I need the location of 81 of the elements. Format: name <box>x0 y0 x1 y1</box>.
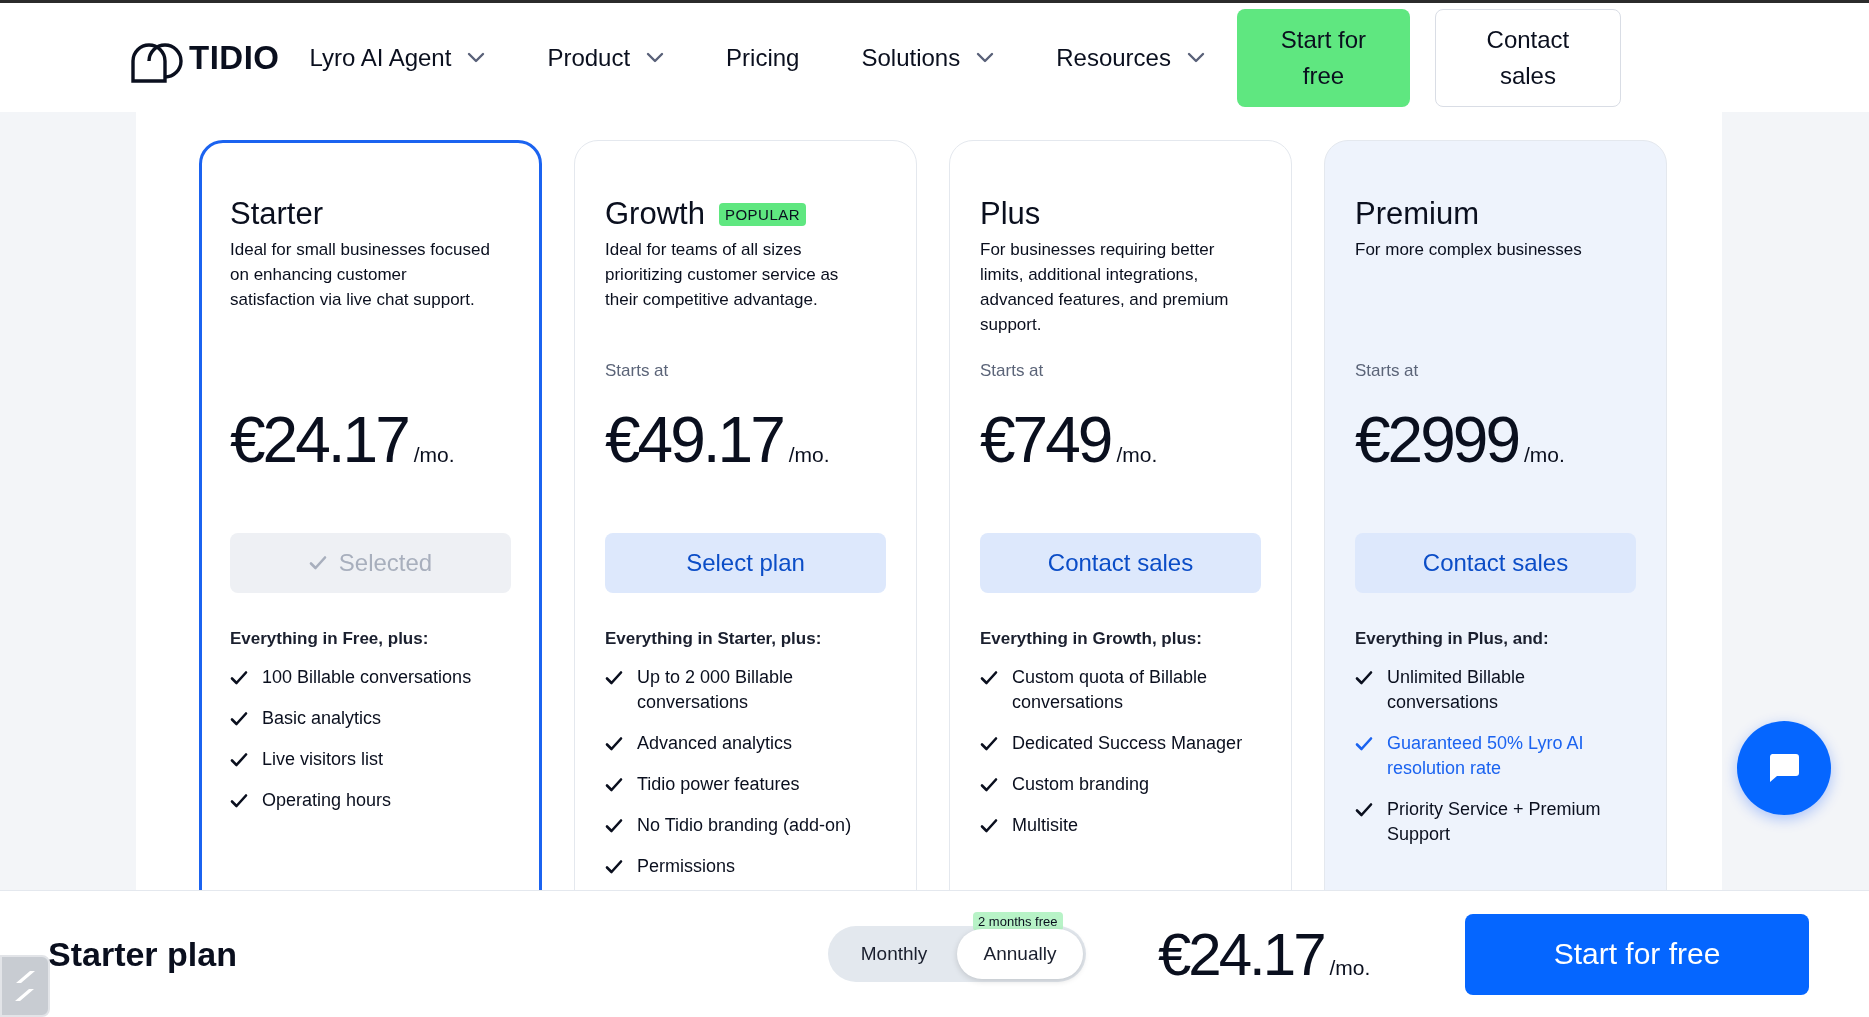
plan-price: €24.17 <box>230 403 408 477</box>
feature-text: Unlimited Billable conversations <box>1387 666 1527 714</box>
feature-text: Advanced analytics <box>637 732 793 755</box>
start-button[interactable]: Start for free <box>1465 913 1809 995</box>
check-icon <box>980 818 998 834</box>
plan-name: Growth <box>605 195 705 233</box>
chat-icon <box>1767 752 1801 784</box>
price-period: /mo. <box>413 443 455 467</box>
chevron-down-icon <box>467 51 486 64</box>
check-icon <box>1355 736 1373 752</box>
check-icon <box>605 818 623 834</box>
logo-text: TIDIO <box>189 38 280 77</box>
chevron-down-icon <box>976 51 995 64</box>
check-icon <box>230 670 248 686</box>
check-icon <box>605 777 623 793</box>
plan-button[interactable]: Select plan <box>605 533 886 593</box>
check-icon <box>605 736 623 752</box>
plan-price: €49.17 <box>605 403 783 477</box>
feature-text: Tidio power features <box>637 773 800 796</box>
total-price: €24.17 <box>1158 919 1324 989</box>
check-icon <box>230 793 248 809</box>
starts-at-label: Starts at <box>605 361 669 380</box>
starts-at-label: Starts at <box>980 361 1044 380</box>
nav-link[interactable]: Resources <box>1056 43 1205 72</box>
feature-text: Priority Service + Premium Support <box>1387 798 1602 846</box>
check-icon <box>230 711 248 727</box>
check-icon <box>308 555 327 571</box>
check-icon <box>1355 802 1373 818</box>
nav-link[interactable]: Pricing <box>726 43 800 72</box>
plan-button[interactable]: Contact sales <box>980 533 1261 593</box>
feature-text: Basic analytics <box>262 707 382 730</box>
plan-description: For businesses requiring better limits, additional integrations, advanced features, and premium support. <box>980 239 1230 336</box>
price-period: /mo. <box>788 443 830 467</box>
nav-link[interactable]: Lyro AI Agent <box>309 43 486 72</box>
plan-button[interactable]: Contact sales <box>1355 533 1636 593</box>
check-icon <box>1355 670 1373 686</box>
features-heading: Everything in Plus, and: <box>1355 629 1550 649</box>
feature-text: No Tidio branding (add-on) <box>637 814 852 837</box>
feature-text: Custom quota of Billable conversations <box>1012 666 1209 714</box>
check-icon <box>980 670 998 686</box>
feature-text: Dedicated Success Manager <box>1012 732 1243 755</box>
feature-text: Multisite <box>1012 814 1078 837</box>
check-icon <box>980 736 998 752</box>
selected-plan-title: Starter plan <box>48 934 238 974</box>
plan-name: Starter <box>230 195 324 233</box>
contact-button[interactable]: Contact sales <box>1434 8 1621 107</box>
plan-price: €2999 <box>1355 403 1518 477</box>
check-icon <box>605 670 623 686</box>
start-button[interactable]: Start for free <box>1236 8 1410 107</box>
discount-badge: 2 months free <box>973 912 1063 931</box>
features-heading: Everything in Growth, plus: <box>980 629 1203 649</box>
feature-text: Live visitors list <box>262 748 384 771</box>
chevron-down-icon <box>646 51 665 64</box>
plan-name: Premium <box>1355 195 1479 233</box>
check-icon <box>605 859 623 875</box>
plan-description: For more complex businesses <box>1355 239 1583 261</box>
price-period: /mo. <box>1116 443 1158 467</box>
billing-option[interactable]: Monthly <box>831 929 957 979</box>
price-period: /mo. <box>1523 443 1565 467</box>
feature-text: Guaranteed 50% Lyro AI resolution rate <box>1387 732 1585 780</box>
check-icon <box>230 752 248 768</box>
plan-name: Plus <box>980 195 1041 233</box>
chevron-down-icon <box>1186 51 1205 64</box>
chat-button[interactable] <box>1737 721 1831 815</box>
plan-description: Ideal for teams of all sizes prioritizing customer service as their competitive advantage. <box>605 239 840 311</box>
features-heading: Everything in Starter, plus: <box>605 629 823 649</box>
feature-text: 100 Billable conversations <box>262 666 472 689</box>
feature-text: Operating hours <box>262 789 392 812</box>
feature-text: Permissions <box>637 855 736 878</box>
starts-at-label: Starts at <box>1355 361 1419 380</box>
features-heading: Everything in Free, plus: <box>230 629 430 649</box>
check-icon <box>980 777 998 793</box>
feature-text: Up to 2 000 Billable conversations <box>637 666 795 714</box>
price-period: /mo. <box>1329 955 1371 980</box>
plan-description: Ideal for small businesses focused on enhancing customer satisfaction via live chat support. <box>230 239 491 311</box>
nav-link[interactable]: Solutions <box>861 43 995 72</box>
billing-option[interactable]: Annually <box>957 929 1083 979</box>
popular-badge: POPULAR <box>718 202 807 226</box>
nav-link[interactable]: Product <box>547 43 665 72</box>
feature-text: Custom branding <box>1012 773 1150 796</box>
plan-price: €749 <box>980 403 1111 477</box>
